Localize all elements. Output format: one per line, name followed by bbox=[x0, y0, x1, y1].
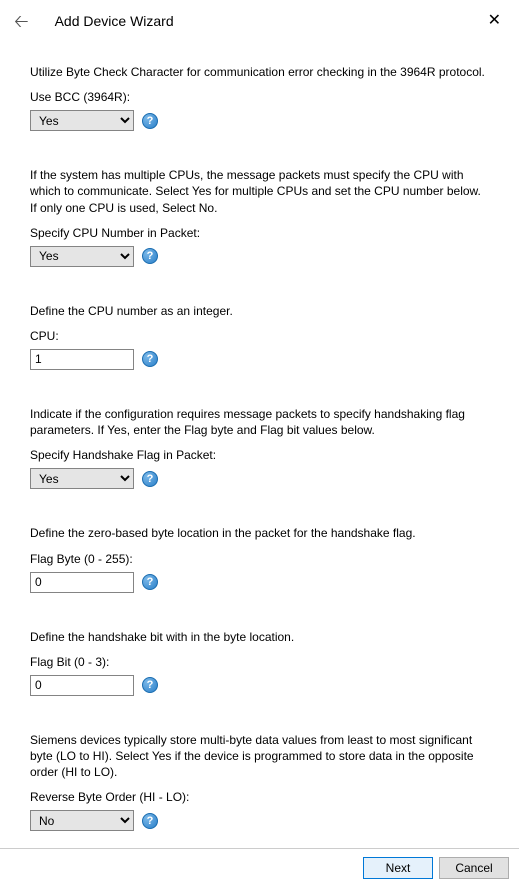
desc-specify-cpu: If the system has multiple CPUs, the mes… bbox=[30, 167, 489, 216]
desc-handshake-flag: Indicate if the configuration requires m… bbox=[30, 406, 489, 438]
help-icon[interactable]: ? bbox=[142, 248, 158, 264]
label-handshake-flag: Specify Handshake Flag in Packet: bbox=[30, 448, 489, 462]
section-flag-byte: Define the zero-based byte location in t… bbox=[30, 525, 489, 592]
section-use-bcc: Utilize Byte Check Character for communi… bbox=[30, 64, 489, 131]
select-specify-cpu[interactable]: Yes No bbox=[30, 246, 134, 267]
section-reverse-byte: Siemens devices typically store multi-by… bbox=[30, 732, 489, 832]
desc-use-bcc: Utilize Byte Check Character for communi… bbox=[30, 64, 489, 80]
help-icon[interactable]: ? bbox=[142, 574, 158, 590]
desc-flag-bit: Define the handshake bit with in the byt… bbox=[30, 629, 489, 645]
label-use-bcc: Use BCC (3964R): bbox=[30, 90, 489, 104]
label-cpu-number: CPU: bbox=[30, 329, 489, 343]
input-cpu-number[interactable] bbox=[30, 349, 134, 370]
section-flag-bit: Define the handshake bit with in the byt… bbox=[30, 629, 489, 696]
section-cpu-number: Define the CPU number as an integer. CPU… bbox=[30, 303, 489, 370]
wizard-title: Add Device Wizard bbox=[55, 13, 174, 29]
help-icon[interactable]: ? bbox=[142, 113, 158, 129]
select-reverse-byte[interactable]: No Yes bbox=[30, 810, 134, 831]
help-icon[interactable]: ? bbox=[142, 813, 158, 829]
label-specify-cpu: Specify CPU Number in Packet: bbox=[30, 226, 489, 240]
help-icon[interactable]: ? bbox=[142, 351, 158, 367]
label-reverse-byte: Reverse Byte Order (HI - LO): bbox=[30, 790, 489, 804]
input-flag-byte[interactable] bbox=[30, 572, 134, 593]
back-arrow-icon[interactable]: 🡠 bbox=[14, 12, 29, 30]
label-flag-byte: Flag Byte (0 - 255): bbox=[30, 552, 489, 566]
next-button[interactable]: Next bbox=[363, 857, 433, 879]
help-icon[interactable]: ? bbox=[142, 677, 158, 693]
select-use-bcc[interactable]: Yes No bbox=[30, 110, 134, 131]
section-handshake-flag: Indicate if the configuration requires m… bbox=[30, 406, 489, 489]
wizard-header: 🡠 Add Device Wizard bbox=[0, 0, 519, 38]
select-handshake-flag[interactable]: Yes No bbox=[30, 468, 134, 489]
section-specify-cpu: If the system has multiple CPUs, the mes… bbox=[30, 167, 489, 267]
desc-cpu-number: Define the CPU number as an integer. bbox=[30, 303, 489, 319]
wizard-footer: Next Cancel bbox=[0, 848, 519, 887]
cancel-button[interactable]: Cancel bbox=[439, 857, 509, 879]
help-icon[interactable]: ? bbox=[142, 471, 158, 487]
input-flag-bit[interactable] bbox=[30, 675, 134, 696]
desc-reverse-byte: Siemens devices typically store multi-by… bbox=[30, 732, 489, 781]
desc-flag-byte: Define the zero-based byte location in t… bbox=[30, 525, 489, 541]
wizard-content: Utilize Byte Check Character for communi… bbox=[0, 38, 519, 831]
label-flag-bit: Flag Bit (0 - 3): bbox=[30, 655, 489, 669]
